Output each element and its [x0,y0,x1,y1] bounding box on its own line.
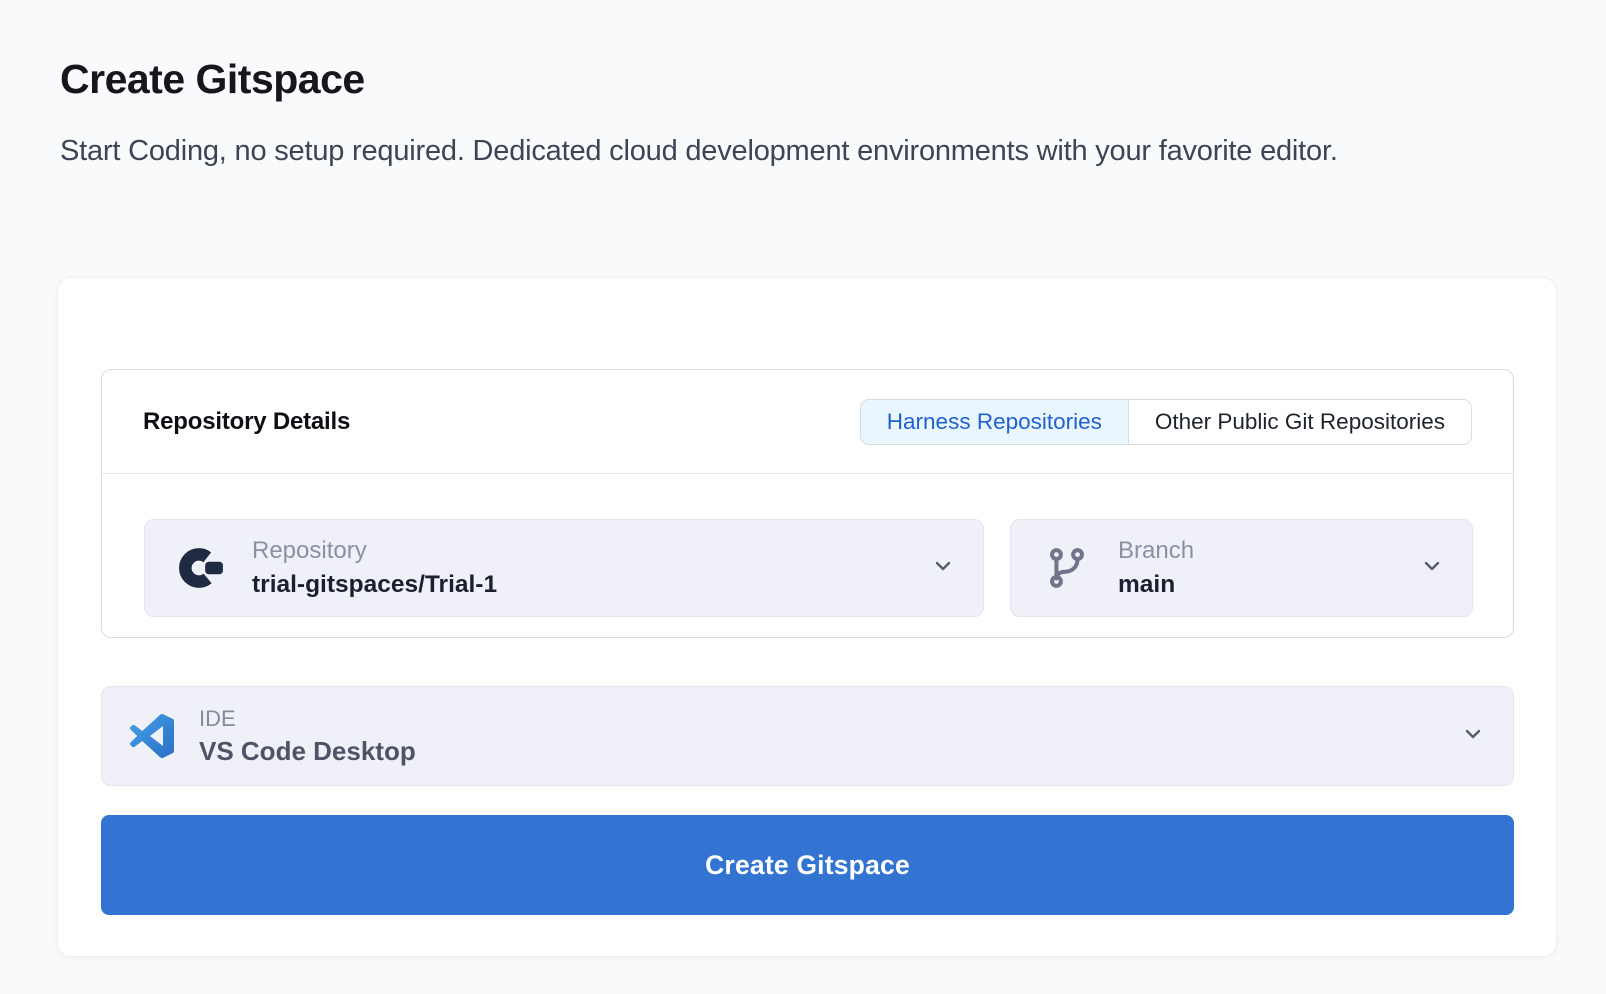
ide-select[interactable]: IDE VS Code Desktop [101,686,1514,786]
repo-source-toggle: Harness Repositories Other Public Git Re… [860,399,1472,445]
branch-field-texts: Branch main [1118,537,1194,599]
page-subtitle: Start Coding, no setup required. Dedicat… [60,130,1510,172]
repository-field-texts: Repository trial-gitspaces/Trial-1 [252,537,497,599]
branch-select[interactable]: Branch main [1010,519,1473,617]
repository-branch-row: Repository trial-gitspaces/Trial-1 [144,519,1473,617]
harness-code-icon [178,545,224,591]
chevron-down-icon [931,554,955,583]
repository-value: trial-gitspaces/Trial-1 [252,571,497,599]
create-gitspace-page: Create Gitspace Start Coding, no setup r… [0,0,1606,994]
branch-value: main [1118,571,1194,599]
tab-label: Harness Repositories [887,409,1102,435]
create-gitspace-button[interactable]: Create Gitspace [101,815,1514,915]
repository-select[interactable]: Repository trial-gitspaces/Trial-1 [144,519,984,617]
ide-label: IDE [199,706,416,732]
repository-details-section: Repository Details Harness Repositories … [101,369,1514,638]
repository-details-header: Repository Details Harness Repositories … [102,370,1513,474]
page-title: Create Gitspace [60,56,365,103]
git-branch-icon [1044,545,1090,591]
chevron-down-icon [1420,554,1444,583]
tab-harness-repositories[interactable]: Harness Repositories [861,400,1129,444]
ide-value: VS Code Desktop [199,736,416,767]
repository-label: Repository [252,537,497,565]
tab-other-public-git-repositories[interactable]: Other Public Git Repositories [1129,400,1471,444]
gitspace-form-card: Repository Details Harness Repositories … [57,277,1557,957]
vscode-icon [130,714,174,758]
branch-label: Branch [1118,537,1194,565]
tab-label: Other Public Git Repositories [1155,409,1445,435]
section-heading: Repository Details [143,408,350,436]
chevron-down-icon [1461,722,1485,751]
ide-field-texts: IDE VS Code Desktop [199,706,416,767]
